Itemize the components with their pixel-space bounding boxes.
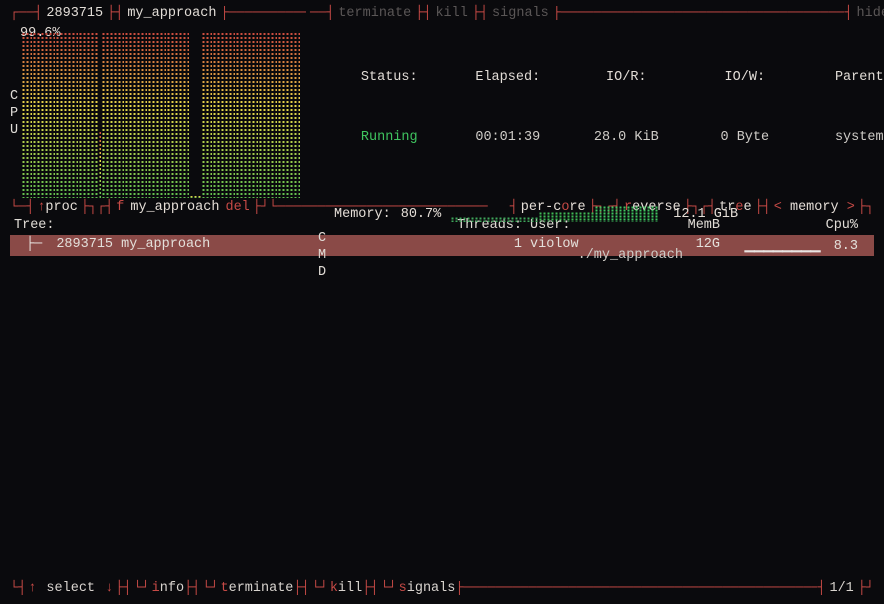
cpu-panel: ┌──┤ 2893715 ├┤ my_approach ├────────── …: [10, 6, 306, 198]
action-terminate[interactable]: terminate: [334, 6, 415, 22]
footer-signals[interactable]: └┘signals: [378, 581, 455, 596]
memory-pct: 80.7%: [401, 207, 442, 222]
action-signals[interactable]: signals: [488, 6, 553, 22]
row-name: my_approach: [121, 237, 210, 252]
action-hide[interactable]: hide ↲: [853, 6, 884, 22]
elapsed-label: Elapsed:: [449, 68, 568, 88]
footer-select[interactable]: ↑ select ↓: [26, 581, 115, 596]
status-label: Status:: [330, 68, 449, 88]
memory-value: 12.1 GiB: [673, 207, 738, 222]
tab-proc[interactable]: proc: [45, 200, 77, 215]
pid-label: 2893715: [42, 6, 107, 22]
parent-value: systemd: [804, 128, 884, 148]
ior-label: IO/R:: [567, 68, 686, 88]
cpu-graph: [22, 28, 300, 198]
cmd-side-label: C M D: [318, 230, 332, 281]
page-indicator: 1/1: [825, 581, 857, 596]
filter-hotkey[interactable]: f: [113, 200, 127, 216]
action-kill[interactable]: kill: [431, 6, 471, 22]
footer-kill[interactable]: └┘kill: [310, 581, 363, 596]
footer-bar: └┤ ↑ select ↓ ├┤ └┘info ├┤ └┘terminate ├…: [10, 581, 874, 596]
ior-value: 28.0 KiB: [567, 128, 686, 148]
cmd-value: ./my_approach: [332, 230, 884, 281]
iow-value: 0 Byte: [686, 128, 805, 148]
memory-bar: [451, 206, 663, 222]
memory-row: Memory: 80.7% 12.1 GiB: [310, 188, 884, 222]
cmd-row: C M D ./my_approach: [310, 222, 884, 281]
footer-info[interactable]: └┘info: [131, 581, 184, 596]
cpu-panel-titlebar: ┌──┤ 2893715 ├┤ my_approach ├──────────: [10, 6, 306, 22]
info-panel: ──┤ terminate ├┤ kill ├┤ signals ├──────…: [306, 6, 884, 198]
iow-label: IO/W:: [686, 68, 805, 88]
info-titlebar: ──┤ terminate ├┤ kill ├┤ signals ├──────…: [310, 6, 884, 22]
filter-text[interactable]: my_approach: [127, 200, 222, 216]
tree-branch-icon: ├─: [14, 237, 48, 252]
row-pid: 2893715: [56, 237, 113, 252]
cpu-side-label: C P U: [10, 88, 18, 139]
filter-del[interactable]: del: [222, 200, 252, 216]
memory-label: Memory:: [334, 207, 391, 222]
footer-terminate[interactable]: └┘terminate: [200, 581, 293, 596]
status-value: Running: [330, 128, 449, 148]
parent-label: Parent:: [804, 68, 884, 88]
info-grid: Status: Running Elapsed: 00:01:39 IO/R: …: [310, 22, 884, 188]
proc-name: my_approach: [123, 6, 220, 22]
elapsed-value: 00:01:39: [449, 128, 568, 148]
